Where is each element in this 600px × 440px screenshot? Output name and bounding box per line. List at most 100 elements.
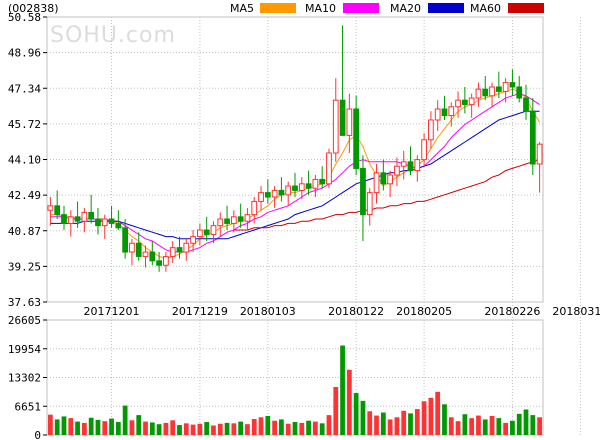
candle-body — [210, 225, 217, 235]
candle-body — [305, 183, 312, 189]
volume-bar — [462, 414, 468, 435]
volume-bar — [102, 421, 108, 435]
volume-frame — [46, 319, 544, 436]
candle-body — [122, 227, 129, 253]
volume-bar — [129, 420, 135, 435]
volume-bar — [428, 397, 434, 435]
volume-bar — [285, 423, 291, 435]
volume-bar — [387, 419, 393, 435]
volume-bar — [61, 416, 67, 435]
legend-swatch-ma20 — [428, 3, 464, 13]
price-tick-label: 37.63 — [8, 296, 41, 309]
volume-bar — [115, 422, 121, 435]
volume-bar — [421, 401, 427, 435]
volume-bar — [523, 409, 529, 435]
volume-bar — [435, 391, 441, 435]
volume-bar — [211, 425, 216, 435]
candle-body — [224, 218, 230, 224]
candle-body — [319, 178, 326, 185]
volume-bar — [75, 421, 80, 435]
price-y-axis: 50.58 48.96 47.34 45.72 44.10 42.49 40.87 39.25… — [8, 11, 47, 309]
candle-body — [88, 211, 95, 220]
price-tick-label: 48.96 — [8, 47, 41, 60]
price-tick-label: 45.72 — [8, 118, 41, 131]
candle-body — [489, 86, 495, 97]
volume-bar — [238, 421, 244, 435]
candle-body — [421, 139, 427, 161]
candle-body — [326, 152, 332, 185]
volume-bar — [516, 413, 522, 435]
candle-body — [380, 172, 387, 185]
price-tick-label: 47.34 — [8, 82, 41, 95]
candle-body — [74, 216, 81, 222]
candle-body — [129, 242, 135, 253]
price-grid — [46, 16, 581, 435]
candle-body — [394, 165, 400, 176]
candle-body — [339, 99, 346, 136]
volume-bar — [251, 419, 257, 435]
legend-label-ma60: MA60 — [470, 2, 501, 15]
volume-bar — [394, 417, 400, 435]
watermark: SOHU.com — [50, 23, 176, 48]
candle-body — [407, 161, 414, 172]
volume-tick-label: 13302 — [8, 372, 41, 385]
candle-body — [108, 218, 115, 224]
candle-body — [237, 216, 244, 222]
date-tick-label: 20180226 — [484, 305, 540, 318]
volume-bar — [265, 415, 271, 435]
volume-bar — [292, 422, 298, 435]
volume-grid — [46, 319, 544, 436]
candle-body — [81, 211, 88, 222]
volume-bar — [367, 411, 373, 435]
volume-bar — [299, 422, 305, 435]
volume-bar — [353, 393, 359, 435]
volume-bar — [374, 415, 379, 435]
volume-bar — [258, 417, 264, 435]
volume-tick-label: 26605 — [8, 314, 41, 327]
candle-body — [196, 229, 203, 238]
candle-body — [163, 255, 169, 266]
volume-bar — [204, 422, 210, 435]
volume-bar — [217, 423, 223, 435]
volume-bar — [482, 419, 488, 435]
volume-bar — [109, 418, 114, 435]
candle-body — [400, 161, 407, 167]
volume-bar — [224, 422, 230, 435]
candle-body — [217, 218, 224, 227]
volume-bar — [136, 415, 142, 435]
volume-bar — [408, 413, 413, 435]
volume-bar — [177, 425, 182, 435]
volume-bar — [272, 420, 277, 435]
volume-bar — [380, 412, 386, 435]
candle-body — [495, 86, 502, 92]
volume-bar — [190, 424, 196, 435]
date-tick-label: 20171201 — [84, 305, 140, 318]
volume-bar — [469, 418, 475, 435]
volume-tick-label: 6651 — [15, 400, 42, 413]
volume-bar — [476, 415, 481, 435]
candle-body — [434, 108, 441, 121]
volume-tick-label: 19954 — [8, 343, 41, 356]
volume-bar — [143, 421, 148, 435]
candle-body — [509, 82, 516, 88]
price-tick-label: 44.10 — [8, 154, 41, 167]
volume-bar — [48, 414, 53, 435]
volume-bar — [54, 419, 60, 435]
candle-body — [101, 218, 108, 227]
candle-body — [244, 214, 251, 222]
candle-body — [278, 189, 285, 196]
candle-body — [360, 167, 366, 216]
volume-bar — [333, 387, 339, 435]
date-tick-label: 20180312 — [552, 305, 600, 318]
price-tick-label: 39.25 — [8, 260, 41, 273]
volume-bar — [156, 424, 162, 435]
candle-body — [169, 247, 176, 257]
date-tick-label: 20180103 — [240, 305, 296, 318]
volume-bar — [245, 424, 250, 435]
candle-body — [475, 88, 482, 99]
candle-body — [115, 222, 122, 229]
candle-body — [258, 192, 264, 202]
volume-y-axis: 26605 19954 13302 6651 0 — [8, 314, 47, 440]
date-tick-label: 20180205 — [396, 305, 452, 318]
candle-body — [203, 229, 210, 235]
